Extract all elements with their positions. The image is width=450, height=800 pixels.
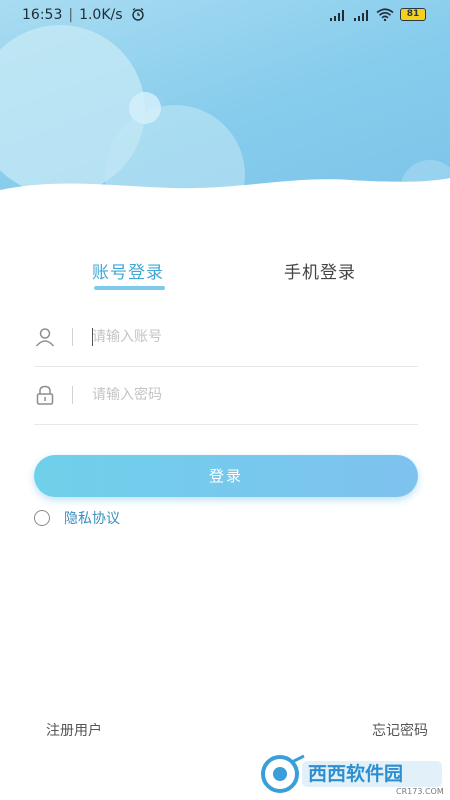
login-button[interactable]: 登录 [34,455,418,497]
password-field [34,372,418,425]
forgot-password-link[interactable]: 忘记密码 [372,720,428,740]
tab-account-login[interactable]: 账号登录 [92,258,164,283]
battery-level: 81 [406,9,420,19]
field-divider [72,386,73,404]
wifi-icon [376,8,394,21]
alarm-icon [132,7,144,21]
account-field [34,314,418,367]
lock-icon [36,385,54,405]
signal-icon [354,9,368,21]
status-time: 16:53 [22,7,63,23]
status-bar: 16:53 | 1.0K/s 81 [0,0,450,30]
watermark-logo: 西西软件园 CR173.COM [261,754,444,796]
field-divider [72,328,73,346]
privacy-label[interactable]: 隐私协议 [64,508,120,528]
user-icon [35,328,55,347]
tab-phone-login[interactable]: 手机登录 [284,258,356,283]
privacy-agreement[interactable]: 隐私协议 [34,508,120,528]
hd-signal-icon [330,9,344,21]
text-cursor [92,328,93,346]
login-tabs: 账号登录 手机登录 [0,258,450,298]
header-banner [0,0,450,205]
password-input[interactable] [92,382,392,408]
privacy-radio[interactable] [34,510,50,526]
watermark-domain: CR173.COM [396,787,444,796]
account-input[interactable] [92,324,392,350]
battery-icon: 81 [400,8,426,21]
network-speed: 1.0K/s [79,7,123,23]
watermark-brand: 西西软件园 [308,762,403,785]
header-clouds [0,25,450,205]
active-tab-indicator [94,286,165,290]
register-link[interactable]: 注册用户 [46,720,102,740]
